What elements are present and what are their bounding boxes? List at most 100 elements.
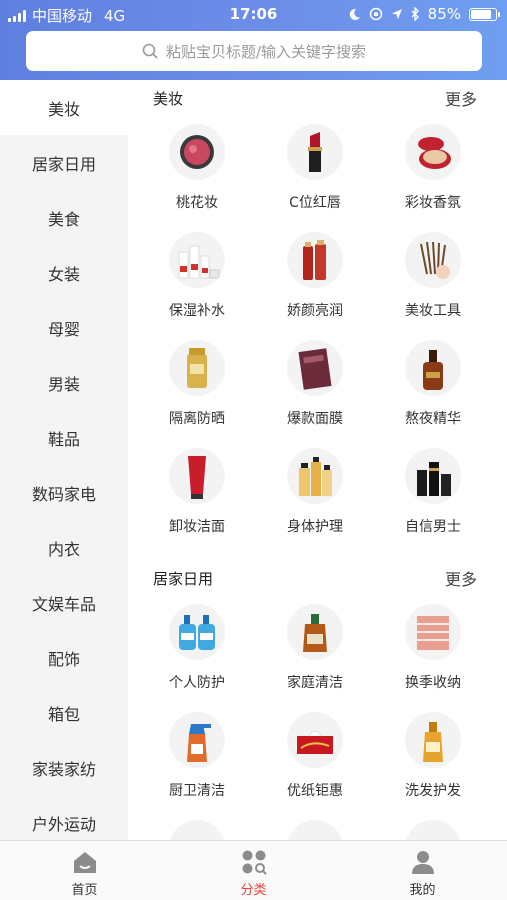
tab-label: 分类 <box>240 883 267 898</box>
makeup-brushes-icon <box>405 232 461 288</box>
subcategory-label: 换季收纳 <box>405 675 461 691</box>
subcategory-label: 保湿补水 <box>169 303 225 319</box>
subcategory-label: 优纸钜惠 <box>287 783 343 799</box>
header: 中国移动 4G 17:06 85% 粘贴宝贝标题/输入关键字搜索 <box>0 0 507 80</box>
subcategory-label: 隔离防晒 <box>169 411 225 427</box>
toner-bottles-icon <box>287 232 343 288</box>
category-sidebar: 美妆 居家日用 美食 女装 母婴 男装 鞋品 数码家电 内衣 文娱车品 配饰 箱… <box>0 80 128 840</box>
battery-fill <box>471 9 492 19</box>
tab-category[interactable]: 分类 <box>169 841 338 900</box>
subcategory-label: 自信男士 <box>405 519 461 535</box>
orientation-lock-icon <box>369 7 382 21</box>
subcategory-item[interactable]: 隔离防晒 <box>138 332 256 440</box>
subcategory-item[interactable]: 桃花妆 <box>138 116 256 224</box>
subcategory-item[interactable]: 家庭清洁 <box>256 596 374 704</box>
subcategory-label: 爆款面膜 <box>287 411 343 427</box>
subcategory-item[interactable]: 保湿补水 <box>138 224 256 332</box>
mens-skincare-icon <box>405 448 461 504</box>
subcategory-label: 厨卫清洁 <box>169 783 225 799</box>
product-thumbnail <box>405 820 461 840</box>
subcategory-item[interactable]: 身体护理 <box>256 440 374 548</box>
location-icon <box>391 9 402 19</box>
tab-label: 首页 <box>71 883 98 898</box>
tab-profile[interactable]: 我的 <box>338 841 507 900</box>
category-content: 美妆 更多 桃花妆 C位红唇 彩妆香氛 保湿补水 娇颜亮润 美妆工具 隔离防晒 … <box>128 80 507 840</box>
subcategory-grid: 个人防护 家庭清洁 换季收纳 厨卫清洁 优纸钜惠 洗发护发 <box>128 596 507 840</box>
section-title: 美妆 <box>153 90 184 108</box>
subcategory-item[interactable]: 熬夜精华 <box>374 332 492 440</box>
subcategory-grid: 桃花妆 C位红唇 彩妆香氛 保湿补水 娇颜亮润 美妆工具 隔离防晒 爆款面膜 熬… <box>128 116 507 548</box>
battery-icon <box>469 7 500 21</box>
section-header: 美妆 更多 <box>128 80 507 116</box>
sidebar-item-underwear[interactable]: 内衣 <box>0 520 128 575</box>
hand-sanitizer-icon <box>169 604 225 660</box>
subcategory-item[interactable]: 个人防护 <box>138 596 256 704</box>
subcategory-item[interactable] <box>374 812 492 840</box>
subcategory-item[interactable]: 美妆工具 <box>374 224 492 332</box>
sidebar-item-food[interactable]: 美食 <box>0 190 128 245</box>
subcategory-item[interactable]: 厨卫清洁 <box>138 704 256 812</box>
subcategory-label: 彩妆香氛 <box>405 195 461 211</box>
more-link[interactable]: 更多 <box>445 566 477 590</box>
shampoo-bottle-icon <box>405 712 461 768</box>
moon-icon <box>349 8 360 20</box>
tab-home[interactable]: 首页 <box>0 841 169 900</box>
tab-label: 我的 <box>409 883 436 898</box>
battery-percent: 85% <box>427 5 461 23</box>
search-input[interactable]: 粘贴宝贝标题/输入关键字搜索 <box>26 31 482 71</box>
subcategory-item[interactable]: 卸妆洁面 <box>138 440 256 548</box>
sidebar-item-beauty[interactable]: 美妆 <box>0 80 128 135</box>
search-placeholder: 粘贴宝贝标题/输入关键字搜索 <box>165 42 367 61</box>
subcategory-label: 卸妆洁面 <box>169 519 225 535</box>
sidebar-item-outdoor[interactable]: 户外运动 <box>0 795 128 840</box>
subcategory-item[interactable]: C位红唇 <box>256 116 374 224</box>
subcategory-label: 身体护理 <box>287 519 343 535</box>
serum-bottle-icon <box>405 340 461 396</box>
body-care-bottles-icon <box>287 448 343 504</box>
subcategory-item[interactable] <box>256 812 374 840</box>
sidebar-item-baby[interactable]: 母婴 <box>0 300 128 355</box>
section-header: 居家日用 更多 <box>128 560 507 596</box>
sidebar-item-mens-clothing[interactable]: 男装 <box>0 355 128 410</box>
sidebar-item-home-textiles[interactable]: 家装家纺 <box>0 740 128 795</box>
skincare-set-icon <box>169 232 225 288</box>
subcategory-label: 美妆工具 <box>405 303 461 319</box>
sidebar-item-digital[interactable]: 数码家电 <box>0 465 128 520</box>
disinfectant-bottle-icon <box>287 604 343 660</box>
category-icon <box>241 849 267 875</box>
subcategory-label: 家庭清洁 <box>287 675 343 691</box>
storage-drawers-icon <box>405 604 461 660</box>
sidebar-item-bags[interactable]: 箱包 <box>0 685 128 740</box>
subcategory-label: 桃花妆 <box>176 195 218 211</box>
spray-cleaner-icon <box>169 712 225 768</box>
product-thumbnail <box>287 820 343 840</box>
bottom-tab-bar: 首页 分类 我的 <box>0 840 507 900</box>
sunscreen-icon <box>169 340 225 396</box>
subcategory-item[interactable] <box>138 812 256 840</box>
subcategory-label: 洗发护发 <box>405 783 461 799</box>
subcategory-label: 个人防护 <box>169 675 225 691</box>
cleanser-tube-icon <box>169 448 225 504</box>
subcategory-item[interactable]: 自信男士 <box>374 440 492 548</box>
user-icon <box>410 849 436 875</box>
subcategory-item[interactable]: 优纸钜惠 <box>256 704 374 812</box>
sidebar-item-household[interactable]: 居家日用 <box>0 135 128 190</box>
sidebar-item-entertainment-car[interactable]: 文娱车品 <box>0 575 128 630</box>
subcategory-label: C位红唇 <box>289 195 341 211</box>
subcategory-item[interactable]: 换季收纳 <box>374 596 492 704</box>
subcategory-item[interactable]: 洗发护发 <box>374 704 492 812</box>
section-title: 居家日用 <box>153 570 214 588</box>
subcategory-item[interactable]: 彩妆香氛 <box>374 116 492 224</box>
sidebar-item-accessories[interactable]: 配饰 <box>0 630 128 685</box>
subcategory-item[interactable]: 爆款面膜 <box>256 332 374 440</box>
tissue-box-icon <box>287 712 343 768</box>
subcategory-item[interactable]: 娇颜亮润 <box>256 224 374 332</box>
lipstick-icon <box>287 124 343 180</box>
blush-compact-icon <box>169 124 225 180</box>
more-link[interactable]: 更多 <box>445 86 477 110</box>
bluetooth-icon <box>411 7 419 21</box>
subcategory-label: 娇颜亮润 <box>287 303 343 319</box>
sidebar-item-womens-clothing[interactable]: 女装 <box>0 245 128 300</box>
cushion-compact-icon <box>405 124 461 180</box>
sidebar-item-shoes[interactable]: 鞋品 <box>0 410 128 465</box>
